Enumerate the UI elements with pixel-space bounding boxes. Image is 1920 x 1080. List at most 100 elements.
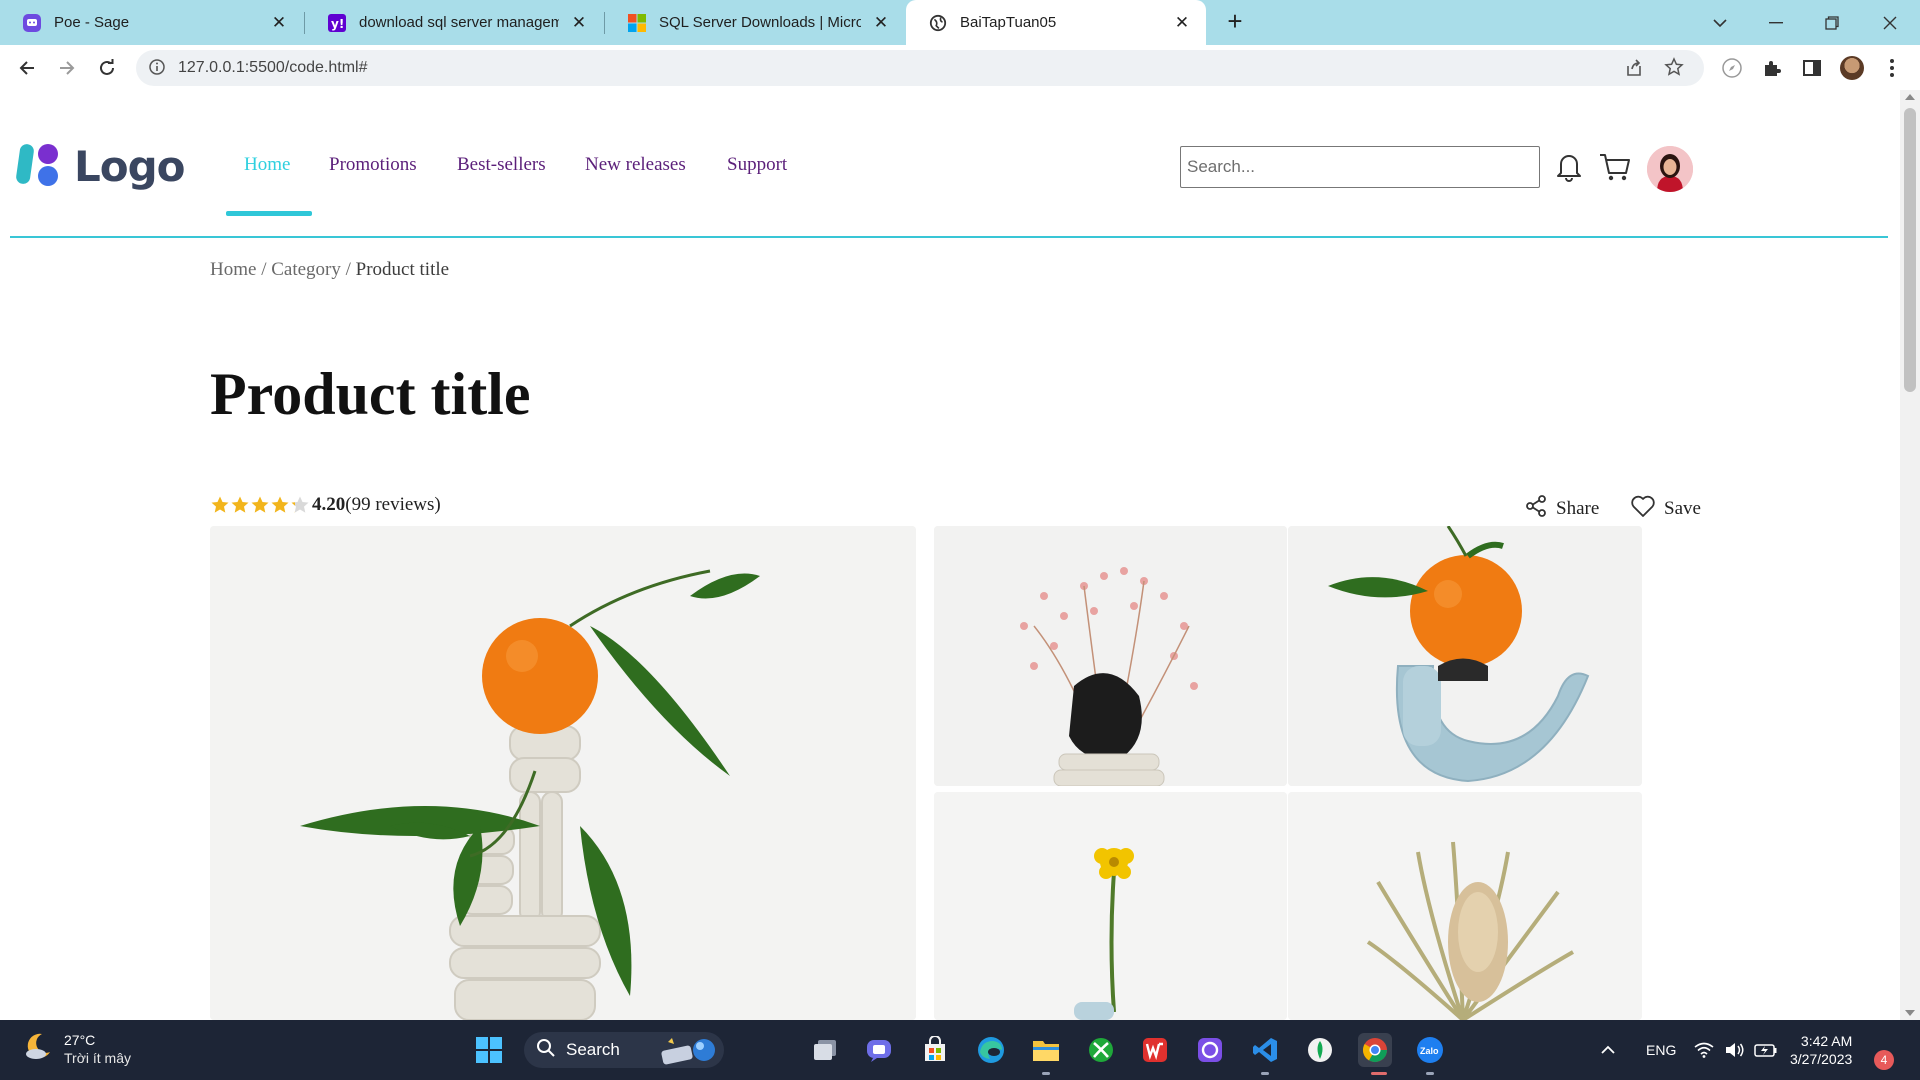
nav-new-releases[interactable]: New releases [585,154,686,176]
heart-icon [1630,494,1656,524]
windows-taskbar: 27°C Trời ít mây Search Zalo ENG 3:42 AM… [0,1020,1920,1080]
share-page-icon[interactable] [1624,58,1644,83]
moon-cloud-icon [22,1030,54,1067]
nav-promotions[interactable]: Promotions [329,154,417,176]
share-button[interactable]: Share [1524,494,1599,524]
site-info-icon[interactable] [148,58,166,81]
weather-condition: Trời ít mây [64,1049,131,1066]
active-app-indicator [1371,1072,1387,1075]
cart-icon[interactable] [1598,150,1632,184]
scroll-down-icon[interactable] [1905,1010,1915,1016]
close-icon[interactable]: ✕ [567,11,591,35]
chrome-browser-icon[interactable] [1358,1033,1392,1067]
weather-widget[interactable]: 27°C Trời ít mây [22,1030,131,1067]
profile-avatar-icon[interactable] [1839,55,1865,81]
task-view-icon[interactable] [808,1033,842,1067]
tab-title: download sql server managemen [359,14,559,31]
product-rating: 4.20 (99 reviews) [210,494,441,516]
yahoo-icon: y! [327,13,347,33]
scroll-up-icon[interactable] [1905,94,1915,100]
product-thumbnail-3[interactable] [934,792,1287,1020]
wps-office-icon[interactable] [1138,1033,1172,1067]
back-button[interactable] [12,53,42,83]
browser-toolbar: 127.0.0.1:5500/code.html# [0,45,1920,90]
side-panel-icon[interactable] [1799,55,1825,81]
review-count[interactable]: (99 reviews) [345,494,441,516]
breadcrumb-home[interactable]: Home [210,259,256,280]
url-text[interactable]: 127.0.0.1:5500/code.html# [178,59,367,77]
nav-home[interactable]: Home [244,154,290,176]
active-nav-indicator [226,211,312,216]
page-title: Product title [210,361,531,427]
close-icon[interactable]: ✕ [1170,11,1194,35]
zalo-icon[interactable]: Zalo [1413,1033,1447,1067]
address-bar[interactable]: 127.0.0.1:5500/code.html# [136,50,1704,86]
nav-best-sellers[interactable]: Best-sellers [457,154,546,176]
running-indicator [1426,1072,1434,1075]
teams-chat-icon[interactable] [862,1033,896,1067]
breadcrumb-current: Product title [355,259,450,280]
xbox-icon[interactable] [1084,1033,1118,1067]
share-label: Share [1556,498,1600,519]
battery-icon[interactable] [1754,1020,1778,1080]
search-highlight-icon [658,1034,718,1071]
star-icon [231,496,249,513]
restore-button[interactable] [1804,0,1860,45]
extensions-puzzle-icon[interactable] [1759,55,1785,81]
tab-sql-downloads[interactable]: SQL Server Downloads | Microsof ✕ [605,0,905,45]
close-icon[interactable]: ✕ [267,11,291,35]
taskbar-search-label: Search [566,1040,620,1059]
tab-title: BaiTapTuan05 [960,14,1057,31]
microsoft-icon [627,13,647,33]
rating-score: 4.20 [312,494,346,515]
volume-icon[interactable] [1724,1020,1744,1080]
file-explorer-icon[interactable] [1029,1033,1063,1067]
close-icon[interactable]: ✕ [869,11,893,35]
bookmark-star-icon[interactable] [1664,57,1684,82]
breadcrumb-category[interactable]: Category [271,259,341,280]
tab-poe[interactable]: Poe - Sage ✕ [0,0,303,45]
close-window-button[interactable] [1862,0,1918,45]
product-main-image[interactable] [210,526,916,1020]
star-icon [271,496,289,513]
poe-icon [22,13,42,33]
tab-title: Poe - Sage [54,14,130,31]
wifi-icon[interactable] [1694,1020,1714,1080]
nav-support[interactable]: Support [727,154,787,176]
new-tab-button[interactable]: + [1220,7,1250,37]
microsoft-store-icon[interactable] [918,1033,952,1067]
poe-app-icon[interactable] [1193,1033,1227,1067]
star-icon [291,496,309,513]
bell-icon[interactable] [1552,150,1586,184]
product-thumbnail-2[interactable] [1288,526,1642,786]
taskbar-search[interactable]: Search [524,1032,724,1068]
compass-extension-icon[interactable] [1719,55,1745,81]
product-thumbnail-1[interactable] [934,526,1287,786]
search-input[interactable] [1180,146,1540,188]
running-indicator [1261,1072,1269,1075]
page-scrollbar[interactable] [1900,90,1920,1020]
tab-search-dropdown-icon[interactable] [1692,0,1748,45]
windows-start-icon[interactable] [472,1033,506,1067]
product-thumbnail-4[interactable] [1288,792,1642,1020]
scrollbar-thumb[interactable] [1904,108,1916,392]
reload-button[interactable] [92,53,122,83]
tab-baitaptuan05[interactable]: BaiTapTuan05 ✕ [906,0,1206,45]
search-icon [536,1038,556,1063]
logo[interactable]: Logo [14,140,186,192]
system-clock[interactable]: 3:42 AM 3/27/2023 [1790,1032,1852,1068]
star-icon [251,496,269,513]
show-hidden-icons[interactable] [1600,1020,1616,1080]
save-button[interactable]: Save [1630,494,1701,524]
forward-button[interactable] [52,53,82,83]
input-language[interactable]: ENG [1646,1020,1676,1080]
mongodb-compass-icon[interactable] [1303,1033,1337,1067]
notification-badge[interactable]: 4 [1874,1050,1894,1070]
minimize-button[interactable] [1748,0,1804,45]
user-avatar[interactable] [1647,146,1693,192]
menu-kebab-icon[interactable] [1879,55,1905,81]
share-icon [1524,494,1548,524]
vscode-icon[interactable] [1248,1033,1282,1067]
tab-yahoo[interactable]: y! download sql server managemen ✕ [305,0,603,45]
edge-browser-icon[interactable] [974,1033,1008,1067]
